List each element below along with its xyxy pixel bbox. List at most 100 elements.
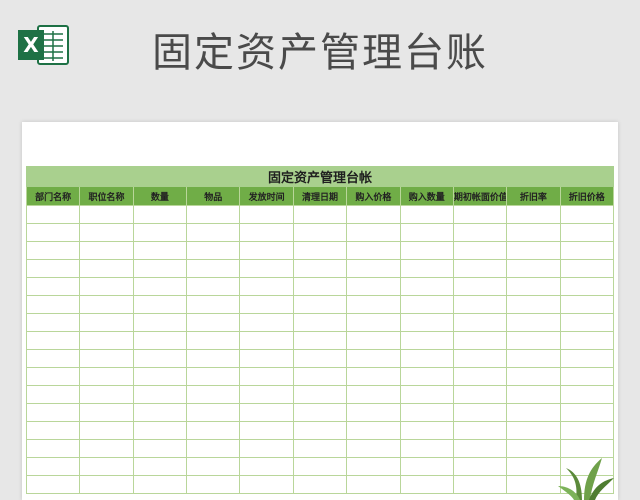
- table-cell[interactable]: [79, 385, 134, 404]
- table-cell[interactable]: [25, 439, 81, 458]
- table-cell[interactable]: [25, 277, 81, 296]
- table-cell[interactable]: [506, 403, 561, 422]
- table-cell[interactable]: [186, 421, 241, 440]
- table-cell[interactable]: [399, 331, 454, 350]
- table-cell[interactable]: [346, 367, 401, 386]
- table-cell[interactable]: [79, 457, 134, 476]
- table-cell[interactable]: [292, 223, 348, 242]
- column-header[interactable]: 职位名称: [79, 186, 134, 206]
- table-cell[interactable]: [79, 349, 134, 368]
- table-cell[interactable]: [346, 241, 401, 260]
- table-cell[interactable]: [292, 421, 348, 440]
- column-header[interactable]: 购入数量: [399, 186, 454, 206]
- table-cell[interactable]: [399, 277, 454, 296]
- table-cell[interactable]: [186, 259, 241, 278]
- table-cell[interactable]: [292, 349, 348, 368]
- table-cell[interactable]: [559, 313, 615, 332]
- table-cell[interactable]: [239, 367, 294, 386]
- table-cell[interactable]: [25, 475, 81, 494]
- table-cell[interactable]: [452, 259, 508, 278]
- table-cell[interactable]: [292, 475, 348, 494]
- table-cell[interactable]: [25, 331, 81, 350]
- table-cell[interactable]: [239, 403, 294, 422]
- table-cell[interactable]: [452, 349, 508, 368]
- table-cell[interactable]: [506, 295, 561, 314]
- table-cell[interactable]: [399, 205, 454, 224]
- table-cell[interactable]: [25, 349, 81, 368]
- table-cell[interactable]: [132, 367, 188, 386]
- table-cell[interactable]: [239, 457, 294, 476]
- table-cell[interactable]: [559, 403, 615, 422]
- table-cell[interactable]: [399, 421, 454, 440]
- table-cell[interactable]: [346, 421, 401, 440]
- table-cell[interactable]: [186, 385, 241, 404]
- table-cell[interactable]: [186, 367, 241, 386]
- table-cell[interactable]: [346, 277, 401, 296]
- table-cell[interactable]: [132, 277, 188, 296]
- table-cell[interactable]: [346, 205, 401, 224]
- table-cell[interactable]: [132, 259, 188, 278]
- table-cell[interactable]: [25, 241, 81, 260]
- column-header[interactable]: 物品: [186, 186, 241, 206]
- table-cell[interactable]: [399, 313, 454, 332]
- table-cell[interactable]: [399, 385, 454, 404]
- table-cell[interactable]: [559, 385, 615, 404]
- table-cell[interactable]: [79, 259, 134, 278]
- table-cell[interactable]: [292, 457, 348, 476]
- table-cell[interactable]: [559, 331, 615, 350]
- table-cell[interactable]: [292, 259, 348, 278]
- table-cell[interactable]: [25, 367, 81, 386]
- table-cell[interactable]: [506, 439, 561, 458]
- table-cell[interactable]: [132, 475, 188, 494]
- table-cell[interactable]: [452, 475, 508, 494]
- table-cell[interactable]: [559, 241, 615, 260]
- table-cell[interactable]: [399, 349, 454, 368]
- table-cell[interactable]: [25, 313, 81, 332]
- table-cell[interactable]: [346, 457, 401, 476]
- table-cell[interactable]: [79, 223, 134, 242]
- table-cell[interactable]: [186, 205, 241, 224]
- table-cell[interactable]: [132, 421, 188, 440]
- table-cell[interactable]: [452, 205, 508, 224]
- column-header[interactable]: 发放时间: [239, 186, 294, 206]
- table-cell[interactable]: [452, 421, 508, 440]
- table-cell[interactable]: [25, 421, 81, 440]
- table-cell[interactable]: [452, 385, 508, 404]
- table-cell[interactable]: [132, 457, 188, 476]
- table-cell[interactable]: [132, 403, 188, 422]
- table-cell[interactable]: [25, 295, 81, 314]
- table-cell[interactable]: [452, 457, 508, 476]
- table-cell[interactable]: [132, 313, 188, 332]
- table-cell[interactable]: [346, 331, 401, 350]
- table-cell[interactable]: [186, 331, 241, 350]
- table-cell[interactable]: [25, 259, 81, 278]
- table-cell[interactable]: [292, 205, 348, 224]
- table-cell[interactable]: [132, 295, 188, 314]
- table-cell[interactable]: [79, 403, 134, 422]
- table-cell[interactable]: [79, 295, 134, 314]
- table-cell[interactable]: [132, 439, 188, 458]
- table-cell[interactable]: [346, 385, 401, 404]
- table-cell[interactable]: [452, 223, 508, 242]
- table-cell[interactable]: [292, 385, 348, 404]
- table-cell[interactable]: [292, 241, 348, 260]
- table-cell[interactable]: [452, 403, 508, 422]
- table-cell[interactable]: [452, 295, 508, 314]
- table-cell[interactable]: [346, 223, 401, 242]
- table-cell[interactable]: [559, 205, 615, 224]
- table-cell[interactable]: [239, 241, 294, 260]
- table-cell[interactable]: [399, 223, 454, 242]
- table-cell[interactable]: [506, 313, 561, 332]
- table-cell[interactable]: [559, 421, 615, 440]
- table-cell[interactable]: [506, 259, 561, 278]
- table-cell[interactable]: [506, 367, 561, 386]
- table-cell[interactable]: [346, 403, 401, 422]
- table-cell[interactable]: [132, 331, 188, 350]
- table-cell[interactable]: [79, 277, 134, 296]
- table-cell[interactable]: [399, 439, 454, 458]
- table-cell[interactable]: [186, 475, 241, 494]
- table-cell[interactable]: [506, 349, 561, 368]
- table-cell[interactable]: [399, 295, 454, 314]
- table-cell[interactable]: [399, 241, 454, 260]
- table-cell[interactable]: [132, 349, 188, 368]
